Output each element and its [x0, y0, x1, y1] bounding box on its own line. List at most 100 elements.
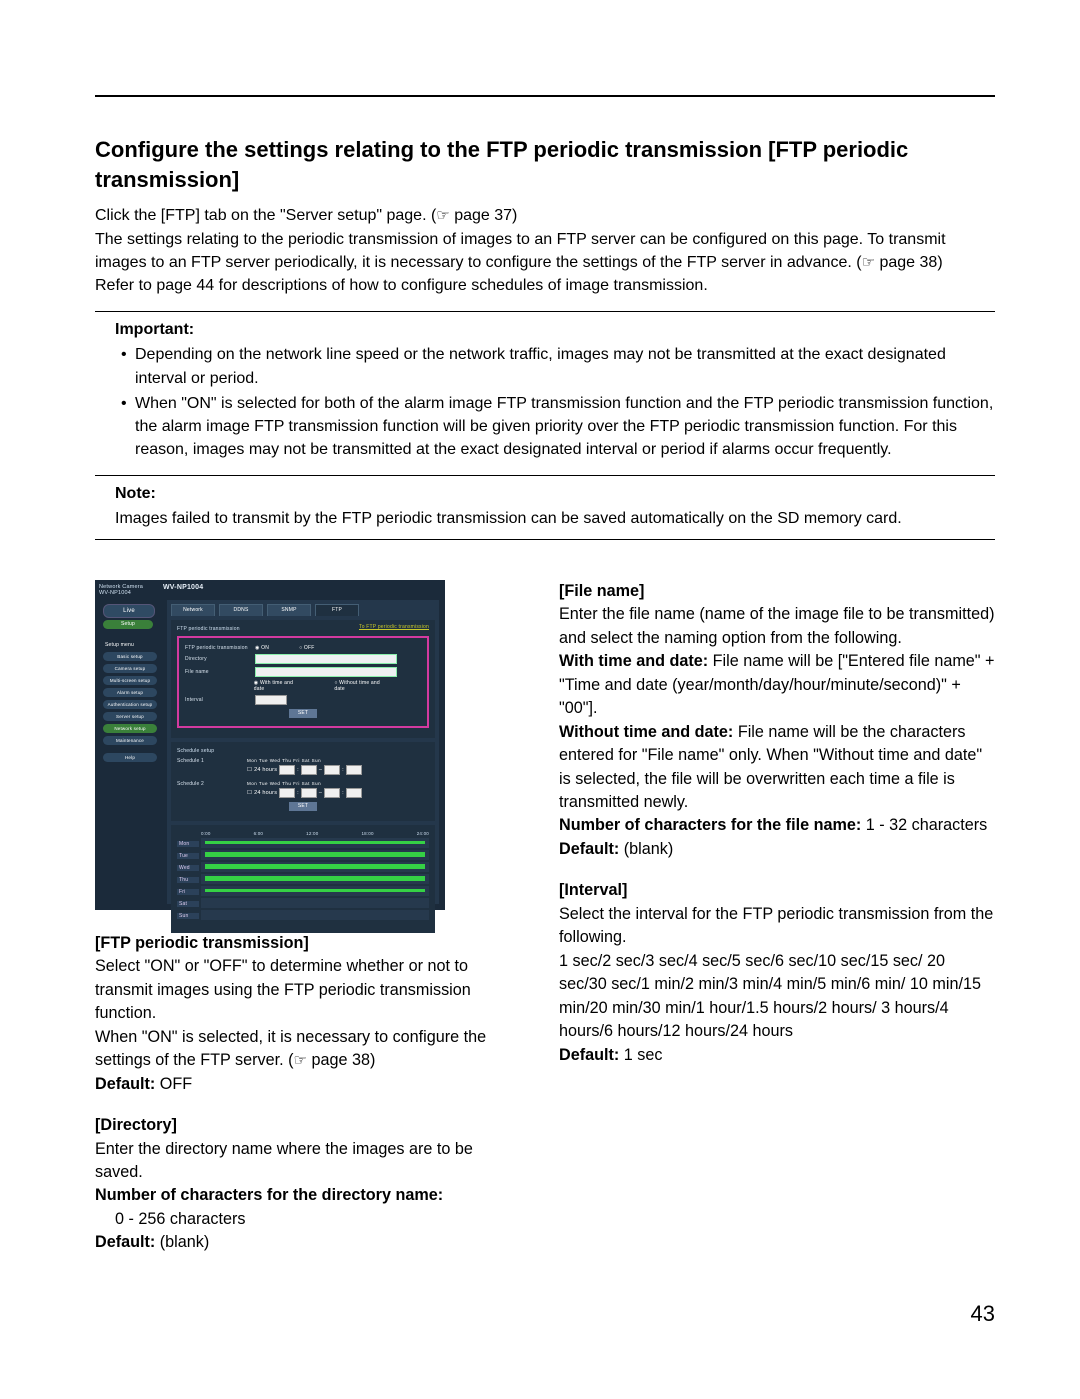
ss-time-select[interactable]	[324, 765, 340, 775]
ss-menu-maint[interactable]: Maintenance	[103, 736, 157, 745]
intro-block: Click the [FTP] tab on the "Server setup…	[95, 204, 995, 297]
right-default1-label: Default:	[559, 840, 624, 858]
ss-highlight-box: FTP periodic transmission ◉ ON ○ OFF Dir…	[177, 636, 429, 728]
ss-menu-server[interactable]: Server setup	[103, 712, 157, 721]
important-heading: Important:	[95, 318, 995, 341]
left-h1: [FTP periodic transmission]	[95, 934, 309, 952]
right-p1a: Enter the file name (name of the image f…	[559, 603, 995, 650]
ss-day-label: Tue	[177, 853, 199, 859]
right-p1d-text: 1 - 32 characters	[866, 816, 987, 834]
ss-sched1-days[interactable]: Mon Tue Wed Thu Fri Sat Sun	[247, 758, 362, 763]
ss-time-select[interactable]	[279, 765, 295, 775]
intro-line2a: The settings relating to the periodic tr…	[95, 231, 946, 271]
right-p2b: 1 sec/2 sec/3 sec/4 sec/5 sec/6 sec/10 s…	[559, 950, 995, 1044]
intro-line1a: Click the [FTP] tab on the "Server setup…	[95, 207, 436, 224]
ss-menu-multi[interactable]: Multi-screen setup	[103, 676, 157, 685]
ss-time-select[interactable]	[346, 765, 362, 775]
ss-24h-checkbox[interactable]: ☐	[247, 767, 252, 773]
divider	[95, 311, 995, 312]
ss-model-label: WV-NP1004	[99, 590, 131, 596]
ss-row-dir-label: Directory	[185, 656, 255, 662]
ss-day-label: Wed	[177, 865, 199, 871]
right-p1c-label: Without time and date:	[559, 723, 738, 741]
ss-tab-snmp[interactable]: SNMP	[267, 604, 311, 616]
ss-interval-select[interactable]	[255, 695, 287, 705]
ss-time-select[interactable]	[301, 788, 317, 798]
right-default1-value: (blank)	[624, 840, 673, 858]
ss-set-button-1[interactable]: SET	[289, 709, 317, 718]
intro-line2b: page 38)	[875, 254, 943, 271]
ss-time-select[interactable]	[346, 788, 362, 798]
ss-day-label: Mon	[177, 841, 199, 847]
right-h1: [File name]	[559, 582, 644, 600]
ss-radio-withoutdate[interactable]: ○ Without time and date	[334, 680, 391, 692]
ss-time-select[interactable]	[279, 788, 295, 798]
left-default2-value: (blank)	[160, 1233, 209, 1251]
settings-screenshot-figure: Network Camera WV-NP1004 WV-NP1004 Live …	[95, 580, 445, 910]
ss-model-heading: WV-NP1004	[163, 584, 203, 591]
ss-row-interval-label: Interval	[185, 697, 255, 703]
ss-radio-withdate[interactable]: ◉ With time and date	[254, 680, 305, 692]
pointer-icon: ☞	[436, 207, 449, 224]
left-p1b-a: When "ON" is selected, it is necessary t…	[95, 1028, 486, 1069]
ss-tick: 24:00	[417, 831, 429, 836]
ss-tab-ddns[interactable]: DDNS	[219, 604, 263, 616]
ss-live-button[interactable]: Live	[103, 604, 155, 618]
important-bullet-2: When "ON" is selected for both of the al…	[115, 392, 995, 462]
intro-line3: Refer to page 44 for descriptions of how…	[95, 274, 995, 297]
note-heading: Note:	[95, 482, 995, 505]
ss-time-select[interactable]	[324, 788, 340, 798]
right-p1b-label: With time and date:	[559, 652, 713, 670]
ss-sched1-label: Schedule 1	[177, 758, 247, 764]
left-p1a: Select "ON" or "OFF" to determine whethe…	[95, 955, 525, 1025]
left-p2a: Enter the directory name where the image…	[95, 1138, 525, 1185]
ss-setup-button[interactable]: Setup	[103, 620, 153, 629]
ss-tab-network[interactable]: Network	[171, 604, 215, 616]
intro-line1b: page 37)	[450, 207, 518, 224]
ss-menu-network[interactable]: Network setup	[103, 724, 157, 733]
ss-dir-input[interactable]	[255, 654, 397, 664]
ss-go-link[interactable]: To FTP periodic transmission	[359, 624, 429, 630]
ss-day-label: Fri	[177, 889, 199, 895]
ss-tick: 0:00	[201, 831, 211, 836]
note-text: Images failed to transmit by the FTP per…	[95, 507, 995, 530]
ss-panel2-title: Schedule setup	[177, 748, 429, 754]
ss-day-label: Sun	[177, 913, 199, 919]
ss-menu-camera[interactable]: Camera setup	[103, 664, 157, 673]
left-default1-value: OFF	[160, 1075, 192, 1093]
ss-radio-off[interactable]: ○ OFF	[299, 645, 314, 651]
ss-time-select[interactable]	[301, 765, 317, 775]
ss-sched2-days[interactable]: Mon Tue Wed Thu Fri Sat Sun	[247, 781, 362, 786]
page-title: Configure the settings relating to the F…	[95, 135, 995, 194]
right-p1d-label: Number of characters for the file name:	[559, 816, 866, 834]
important-bullet-1: Depending on the network line speed or t…	[115, 343, 995, 389]
ss-menu-auth[interactable]: Authentication setup	[103, 700, 157, 709]
ss-menu-alarm[interactable]: Alarm setup	[103, 688, 157, 697]
ss-24h-checkbox[interactable]: ☐	[247, 790, 252, 796]
ss-tick: 12:00	[306, 831, 318, 836]
left-h2: [Directory]	[95, 1116, 177, 1134]
divider	[95, 475, 995, 476]
left-p2c: 0 - 256 characters	[95, 1208, 525, 1231]
right-default2-value: 1 sec	[624, 1046, 663, 1064]
ss-menu-basic[interactable]: Basic setup	[103, 652, 157, 661]
ss-set-button-2[interactable]: SET	[289, 802, 317, 811]
pointer-icon: ☞	[862, 254, 875, 271]
ss-row-ftp-label: FTP periodic transmission	[185, 645, 255, 651]
left-p1b-b: page 38)	[307, 1051, 375, 1069]
ss-radio-on[interactable]: ◉ ON	[255, 645, 269, 651]
ss-menu-help[interactable]: Help	[103, 753, 157, 762]
ss-tab-ftp[interactable]: FTP	[315, 604, 359, 616]
ss-day-label: Sat	[177, 901, 199, 907]
ss-menu-label: Setup menu	[105, 642, 134, 648]
divider	[95, 539, 995, 540]
left-p2b: Number of characters for the directory n…	[95, 1186, 443, 1204]
page-number: 43	[971, 1301, 995, 1327]
ss-tick: 18:00	[361, 831, 373, 836]
left-default1-label: Default:	[95, 1075, 160, 1093]
pointer-icon: ☞	[294, 1052, 307, 1069]
ss-row-file-label: File name	[185, 669, 255, 675]
right-h2: [Interval]	[559, 881, 627, 899]
ss-tick: 6:00	[254, 831, 264, 836]
ss-file-input[interactable]	[255, 667, 397, 677]
